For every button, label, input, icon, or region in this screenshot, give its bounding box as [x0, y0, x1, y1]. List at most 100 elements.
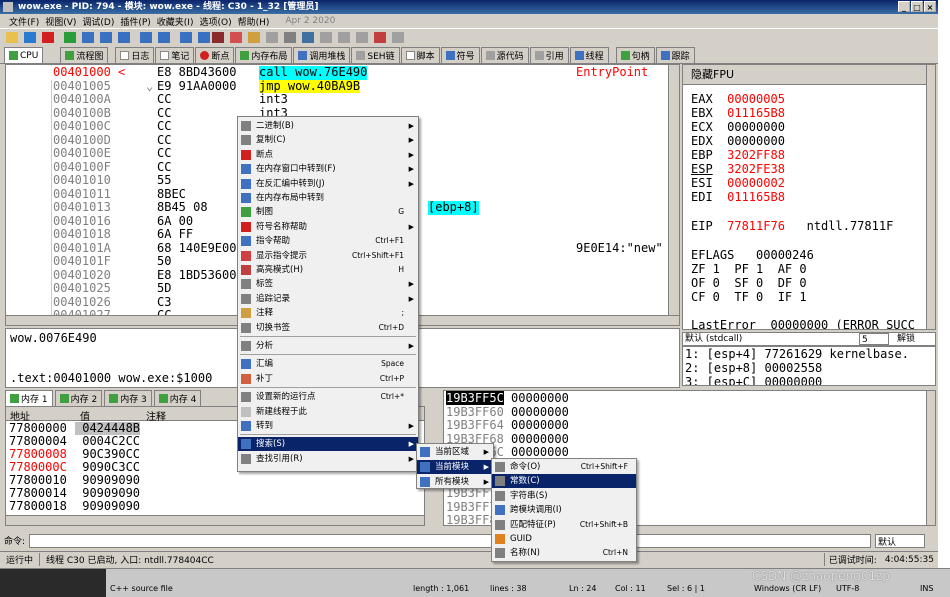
tab-source[interactable]: 源代码: [480, 47, 529, 63]
tab-graph[interactable]: 流程图: [60, 47, 109, 63]
disassembly-row[interactable]: 00401000 < E8 8BD43600 call wow.76E490 Entr…: [6, 65, 666, 80]
menu-file[interactable]: 文件(F): [6, 15, 42, 28]
search-type-item[interactable]: 名称(N) Ctrl+N: [492, 546, 636, 560]
edit-icon[interactable]: [230, 32, 242, 43]
submenu-current-module[interactable]: 当前模块 ▶: [417, 460, 493, 474]
tab-references[interactable]: 引用: [529, 47, 569, 63]
function-icon[interactable]: [302, 32, 314, 43]
call-convention-select[interactable]: 默认 (stdcall): [685, 334, 742, 344]
search-type-item[interactable]: 常数(C): [492, 474, 636, 489]
tab-memory-map[interactable]: 内存布局: [235, 47, 293, 63]
context-menu-item[interactable]: 新建线程于此: [238, 405, 418, 419]
disassembly-row[interactable]: 00401005 E9 91AA0000 jmp wow.40BA9B ⌄: [6, 79, 666, 93]
execute-till-return-icon[interactable]: [180, 32, 192, 43]
tab-dump-3[interactable]: 内存 3: [104, 390, 152, 406]
context-menu-item[interactable]: 分析 ▶: [238, 339, 418, 353]
register-row[interactable]: EAX 00000005: [691, 92, 785, 106]
register-row[interactable]: EBX 011165B8: [691, 106, 785, 120]
context-menu-item[interactable]: 追踪记录 ▶: [238, 292, 418, 306]
tab-log[interactable]: 日志: [115, 47, 155, 63]
tab-dump-4[interactable]: 内存 4: [153, 390, 202, 406]
font-icon[interactable]: [356, 32, 368, 43]
search-type-item[interactable]: 字符串(S): [492, 489, 636, 503]
menu-options[interactable]: 选项(O): [196, 15, 234, 28]
register-row[interactable]: EDI 011165B8: [691, 190, 785, 204]
arg-count-spinner[interactable]: 5: [859, 333, 889, 345]
menu-favourites[interactable]: 收藏夹(I): [154, 15, 197, 28]
context-menu-item[interactable]: 查找引用(R) ▶: [238, 452, 418, 466]
tab-handles[interactable]: 句柄: [615, 47, 655, 63]
run-icon[interactable]: [64, 32, 76, 43]
disassembly-row[interactable]: 0040100A CC int3: [6, 92, 666, 107]
tab-dump-2[interactable]: 内存 2: [54, 390, 103, 406]
context-menu-item[interactable]: 符号名称帮助 ▶: [238, 220, 418, 234]
submenu-current-region[interactable]: 当前区域 ▶: [417, 445, 493, 459]
tab-trace[interactable]: 跟踪: [655, 47, 695, 63]
tab-notes[interactable]: 笔记: [155, 47, 195, 63]
run-to-user-code-icon[interactable]: [198, 32, 210, 43]
calc-icon[interactable]: [338, 32, 350, 43]
context-menu-item[interactable]: 切换书签 Ctrl+D: [238, 321, 418, 335]
bookmark-icon[interactable]: [284, 32, 296, 43]
registers-pane[interactable]: 隐藏FPU EAX 00000005 EBX 011165B8 ECX 000000…: [682, 64, 936, 330]
restart-icon[interactable]: [24, 32, 36, 43]
tab-call-stack[interactable]: 调用堆栈: [293, 47, 351, 63]
pause-icon[interactable]: [82, 32, 94, 43]
search-type-item[interactable]: 命令(O) Ctrl+Shift+F: [492, 460, 636, 474]
tab-cpu[interactable]: CPU: [4, 47, 44, 63]
context-menu-item[interactable]: 注释;: [238, 306, 418, 320]
menu-help[interactable]: 帮助(H): [235, 15, 273, 28]
dump-hscroll[interactable]: [6, 515, 424, 525]
open-icon[interactable]: [6, 32, 18, 43]
patch-icon[interactable]: [212, 32, 224, 43]
context-menu-item[interactable]: 制图 G: [238, 205, 418, 219]
tab-symbols[interactable]: 符号: [440, 47, 480, 63]
close-button[interactable]: ×: [924, 1, 936, 12]
minimize-button[interactable]: _: [898, 1, 910, 12]
search-type-item[interactable]: 跨模块调用(I): [492, 503, 636, 517]
context-menu-item[interactable]: 指令帮助 Ctrl+F1: [238, 234, 418, 248]
context-menu-item[interactable]: 二进制(B) ▶: [238, 119, 418, 133]
context-menu-item[interactable]: 在反汇编中转到(J) ▶: [238, 177, 418, 191]
trace-over-icon[interactable]: [158, 32, 170, 43]
unlock-checkbox[interactable]: 解锁: [897, 333, 915, 345]
tab-threads[interactable]: 线程: [569, 47, 609, 63]
comment-icon[interactable]: [248, 32, 260, 43]
disassembly-scrollbar[interactable]: [668, 65, 679, 315]
dump-row[interactable]: 77800018 90909090: [9, 500, 140, 513]
menu-view[interactable]: 视图(V): [42, 15, 79, 28]
tab-script[interactable]: 脚本: [400, 47, 440, 63]
context-menu-item[interactable]: 补丁 Ctrl+P: [238, 372, 418, 386]
tab-dump-1[interactable]: 内存 1: [5, 390, 53, 406]
search-type-item[interactable]: 匹配特征(P) Ctrl+Shift+B: [492, 518, 636, 532]
fpu-toggle[interactable]: 隐藏FPU: [683, 65, 935, 85]
context-menu-item[interactable]: 设置新的运行点 Ctrl+*: [238, 390, 418, 404]
register-row[interactable]: ESP 3202FE38: [691, 162, 785, 176]
search-type-item[interactable]: GUID: [492, 532, 636, 546]
submenu-all-modules[interactable]: 所有模块 ▶: [417, 475, 493, 489]
context-menu-item[interactable]: 转到 ▶: [238, 419, 418, 433]
hash-icon[interactable]: [320, 32, 332, 43]
stack-row[interactable]: 19B3FF5C 00000000: [446, 391, 569, 406]
script-icon[interactable]: [374, 32, 386, 43]
context-menu-item[interactable]: 复制(C) ▶: [238, 133, 418, 147]
maximize-button[interactable]: □: [911, 1, 923, 12]
register-row[interactable]: ECX 00000000: [691, 120, 785, 134]
menu-debug[interactable]: 调试(D): [79, 15, 117, 28]
context-menu-item[interactable]: 标签 ▶: [238, 277, 418, 291]
register-row[interactable]: ESI 00000002: [691, 176, 785, 190]
context-menu-item[interactable]: 在内存布局中转到: [238, 191, 418, 205]
context-menu-item[interactable]: 搜索(S) ▶: [238, 437, 418, 452]
tab-breakpoints[interactable]: 断点: [195, 47, 235, 63]
register-row[interactable]: EBP 3202FF88: [691, 148, 785, 162]
stack-row[interactable]: 19B3FF60 00000000: [446, 405, 569, 420]
command-input[interactable]: [29, 533, 872, 548]
registers-scrollbar[interactable]: [926, 65, 935, 329]
step-into-icon[interactable]: [100, 32, 112, 43]
register-row[interactable]: EDX 00000000: [691, 134, 785, 148]
stack-scrollbar[interactable]: [926, 391, 935, 525]
context-menu-item[interactable]: 断点 ▶: [238, 148, 418, 162]
command-mode-select[interactable]: 默认: [875, 533, 926, 548]
step-over-icon[interactable]: [118, 32, 130, 43]
trace-into-icon[interactable]: [140, 32, 152, 43]
